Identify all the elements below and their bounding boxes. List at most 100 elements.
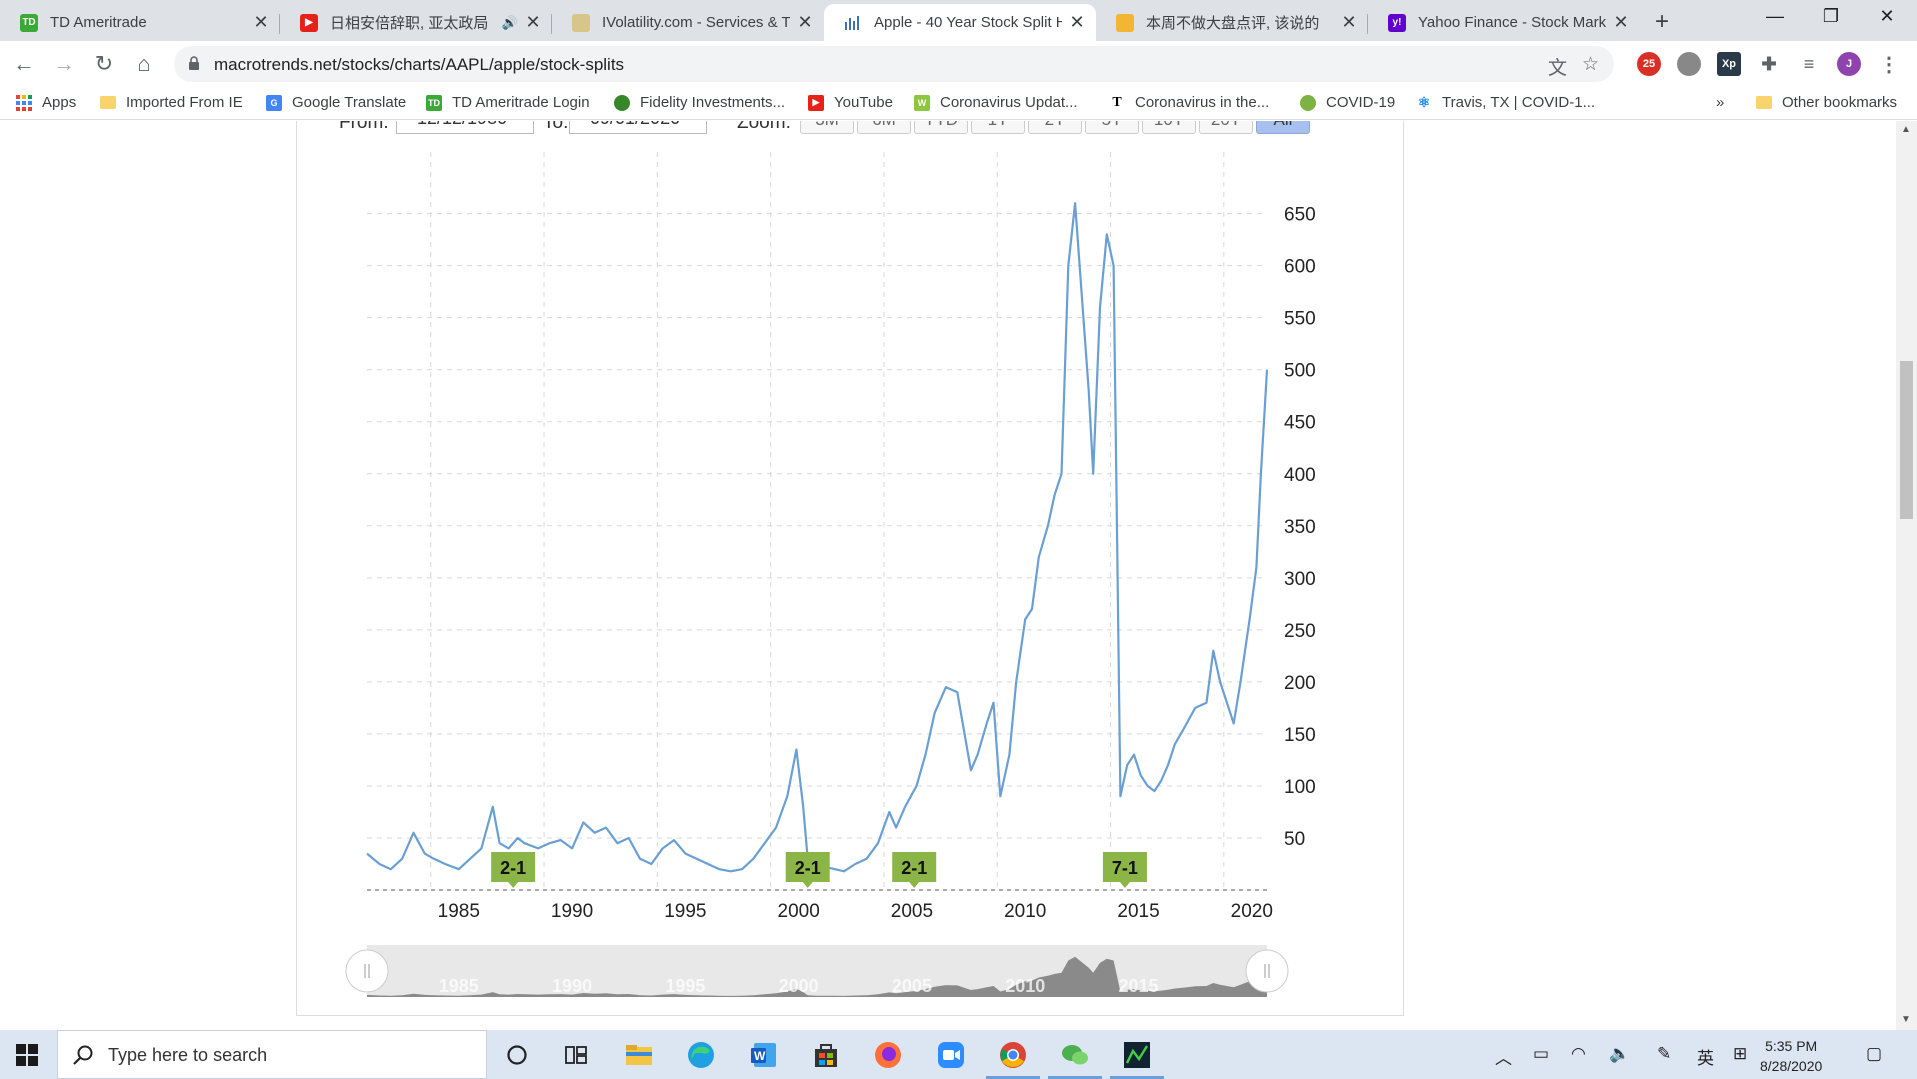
navigator-left-handle[interactable] xyxy=(345,949,389,993)
cortana-icon[interactable] xyxy=(500,1038,534,1072)
youtube-icon: ▶ xyxy=(808,94,824,111)
firefox-icon[interactable] xyxy=(871,1038,905,1072)
store-icon[interactable] xyxy=(809,1038,843,1072)
bookmarks-overflow-button[interactable]: » xyxy=(1716,94,1724,111)
navigator-label: 2005 xyxy=(892,976,932,996)
bookmark-apps[interactable]: Apps xyxy=(16,94,76,111)
close-icon[interactable]: ✕ xyxy=(1612,12,1630,33)
extension-badge-icon[interactable]: 25 xyxy=(1637,52,1661,76)
pen-icon[interactable]: ✎ xyxy=(1657,1044,1671,1064)
tab-yahoo-finance[interactable]: y! Yahoo Finance - Stock Marke ✕ xyxy=(1368,4,1640,41)
react-atom-icon: ⚛ xyxy=(1416,94,1432,111)
bookmark-coronavirus-update[interactable]: W Coronavirus Updat... xyxy=(914,94,1078,111)
minimize-icon[interactable]: — xyxy=(1755,6,1795,27)
battery-icon[interactable]: ▭ xyxy=(1533,1044,1549,1064)
trading-app-icon[interactable] xyxy=(1120,1038,1154,1072)
address-bar[interactable]: macrotrends.net/stocks/charts/AAPL/apple… xyxy=(174,46,1614,82)
bookmark-travis-tx[interactable]: ⚛ Travis, TX | COVID-1... xyxy=(1416,94,1595,111)
translate-icon[interactable]: 文 xyxy=(1548,53,1567,80)
y-tick-label: 650 xyxy=(1284,205,1316,226)
clock-time: 5:35 PM xyxy=(1765,1038,1818,1054)
speaker-icon[interactable]: 🔊 xyxy=(502,15,518,31)
navigator-right-handle[interactable] xyxy=(1245,949,1289,993)
tab-apple-stock-split[interactable]: Apple - 40 Year Stock Split H ✕ xyxy=(824,4,1096,41)
bookmark-label: Other bookmarks xyxy=(1782,94,1898,111)
restore-icon[interactable]: ❐ xyxy=(1811,6,1851,27)
browser-window: TD TD Ameritrade ✕ ▶ 日相安倍辞职, 亚太政局 🔊 ✕ IV… xyxy=(0,0,1917,1079)
bookmark-td-ameritrade-login[interactable]: TD TD Ameritrade Login xyxy=(426,94,590,111)
bookmark-other-bookmarks[interactable]: Other bookmarks xyxy=(1756,94,1897,111)
price-line-series xyxy=(366,202,1269,873)
y-tick-label: 400 xyxy=(1284,465,1316,486)
page-content: From: 12/12/1980 To: 09/01/2020 Zoom: 3M… xyxy=(0,121,1917,1030)
close-window-icon[interactable]: ✕ xyxy=(1867,6,1907,27)
bookmark-coronavirus-in-the-us[interactable]: T Coronavirus in the... xyxy=(1109,94,1269,111)
worldometer-icon: W xyxy=(914,94,930,111)
tab-td-ameritrade[interactable]: TD TD Ameritrade ✕ xyxy=(0,4,280,41)
chevron-double-icon: » xyxy=(1716,94,1725,111)
file-explorer-icon[interactable] xyxy=(622,1038,656,1072)
extension-circle-icon[interactable] xyxy=(1677,52,1701,76)
word-icon[interactable]: W xyxy=(747,1038,781,1072)
wechat-icon[interactable] xyxy=(1058,1038,1092,1072)
scroll-thumb[interactable] xyxy=(1900,361,1913,519)
close-icon[interactable]: ✕ xyxy=(1068,12,1086,33)
tab-title: 日相安倍辞职, 亚太政局 xyxy=(330,15,489,32)
bookmark-covid-19[interactable]: COVID-19 xyxy=(1300,94,1395,111)
forward-icon[interactable]: → xyxy=(50,51,78,77)
extension-xp-icon[interactable]: Xp xyxy=(1717,52,1741,76)
x-tick-label: 1990 xyxy=(551,901,593,922)
media-queue-icon[interactable]: ≡ xyxy=(1797,52,1821,76)
tab-strip: TD TD Ameritrade ✕ ▶ 日相安倍辞职, 亚太政局 🔊 ✕ IV… xyxy=(0,0,1917,41)
notifications-icon[interactable]: ▢ xyxy=(1866,1044,1882,1064)
y-tick-label: 550 xyxy=(1284,309,1316,330)
wifi-icon[interactable]: ◠ xyxy=(1571,1044,1586,1064)
volume-icon[interactable]: 🔈 xyxy=(1609,1044,1630,1064)
tab-market-review[interactable]: 本周不做大盘点评, 该说的 ✕ xyxy=(1096,4,1368,41)
back-icon[interactable]: ← xyxy=(10,51,38,77)
chrome-icon[interactable] xyxy=(996,1038,1030,1072)
y-tick-label: 250 xyxy=(1284,621,1316,642)
badge-count: 25 xyxy=(1642,58,1656,70)
ivolatility-icon xyxy=(572,13,590,32)
bookmark-label: Fidelity Investments... xyxy=(640,94,786,111)
bookmark-label: Coronavirus Updat... xyxy=(940,94,1078,111)
windows-start-icon[interactable] xyxy=(16,1044,38,1066)
bookmark-label: Apps xyxy=(42,94,77,111)
task-view-icon[interactable] xyxy=(559,1038,593,1072)
x-tick-label: 2005 xyxy=(891,901,933,922)
close-icon[interactable]: ✕ xyxy=(524,12,542,33)
taskbar-search-box[interactable]: Type here to search xyxy=(57,1030,487,1079)
close-icon[interactable]: ✕ xyxy=(796,12,814,33)
chevron-up-icon[interactable]: ︿ xyxy=(1495,1044,1512,1069)
ime-mode-icon[interactable]: ⊞ xyxy=(1733,1044,1747,1064)
reload-icon[interactable]: ↻ xyxy=(90,51,118,77)
bookmark-label: Coronavirus in the... xyxy=(1135,94,1270,111)
scroll-down-icon[interactable]: ▼ xyxy=(1901,1014,1911,1025)
new-tab-button[interactable]: + xyxy=(1655,8,1669,36)
ime-language[interactable]: 英 xyxy=(1697,1044,1714,1069)
edge-browser-icon[interactable] xyxy=(684,1038,718,1072)
star-icon[interactable]: ☆ xyxy=(1582,53,1599,76)
clock[interactable]: 5:35 PM 8/28/2020 xyxy=(1760,1036,1822,1076)
bookmark-label: Imported From IE xyxy=(126,94,243,111)
profile-avatar[interactable]: J xyxy=(1837,52,1861,76)
bookmark-fidelity[interactable]: Fidelity Investments... xyxy=(614,94,785,111)
page-scrollbar[interactable]: ▲ ▼ xyxy=(1896,121,1917,1030)
bookmark-imported-from-ie[interactable]: Imported From IE xyxy=(100,94,243,111)
close-icon[interactable]: ✕ xyxy=(252,12,270,33)
split-flag-label: 2-1 xyxy=(901,858,927,878)
scroll-up-icon[interactable]: ▲ xyxy=(1901,124,1911,135)
tab-title: Apple - 40 Year Stock Split H xyxy=(874,14,1062,31)
zoom-app-icon[interactable] xyxy=(934,1038,968,1072)
home-icon[interactable]: ⌂ xyxy=(130,51,158,77)
tab-youtube[interactable]: ▶ 日相安倍辞职, 亚太政局 🔊 ✕ xyxy=(280,4,552,41)
handle-circle xyxy=(1245,949,1289,993)
menu-icon[interactable]: ⋮ xyxy=(1877,52,1901,76)
bookmark-youtube[interactable]: ▶ YouTube xyxy=(808,94,893,111)
tab-ivolatility[interactable]: IVolatility.com - Services & T ✕ xyxy=(552,4,824,41)
tab-title: TD Ameritrade xyxy=(50,14,147,31)
close-icon[interactable]: ✕ xyxy=(1340,12,1358,33)
bookmark-google-translate[interactable]: G Google Translate xyxy=(266,94,406,111)
puzzle-icon[interactable]: ✚ xyxy=(1757,52,1781,76)
